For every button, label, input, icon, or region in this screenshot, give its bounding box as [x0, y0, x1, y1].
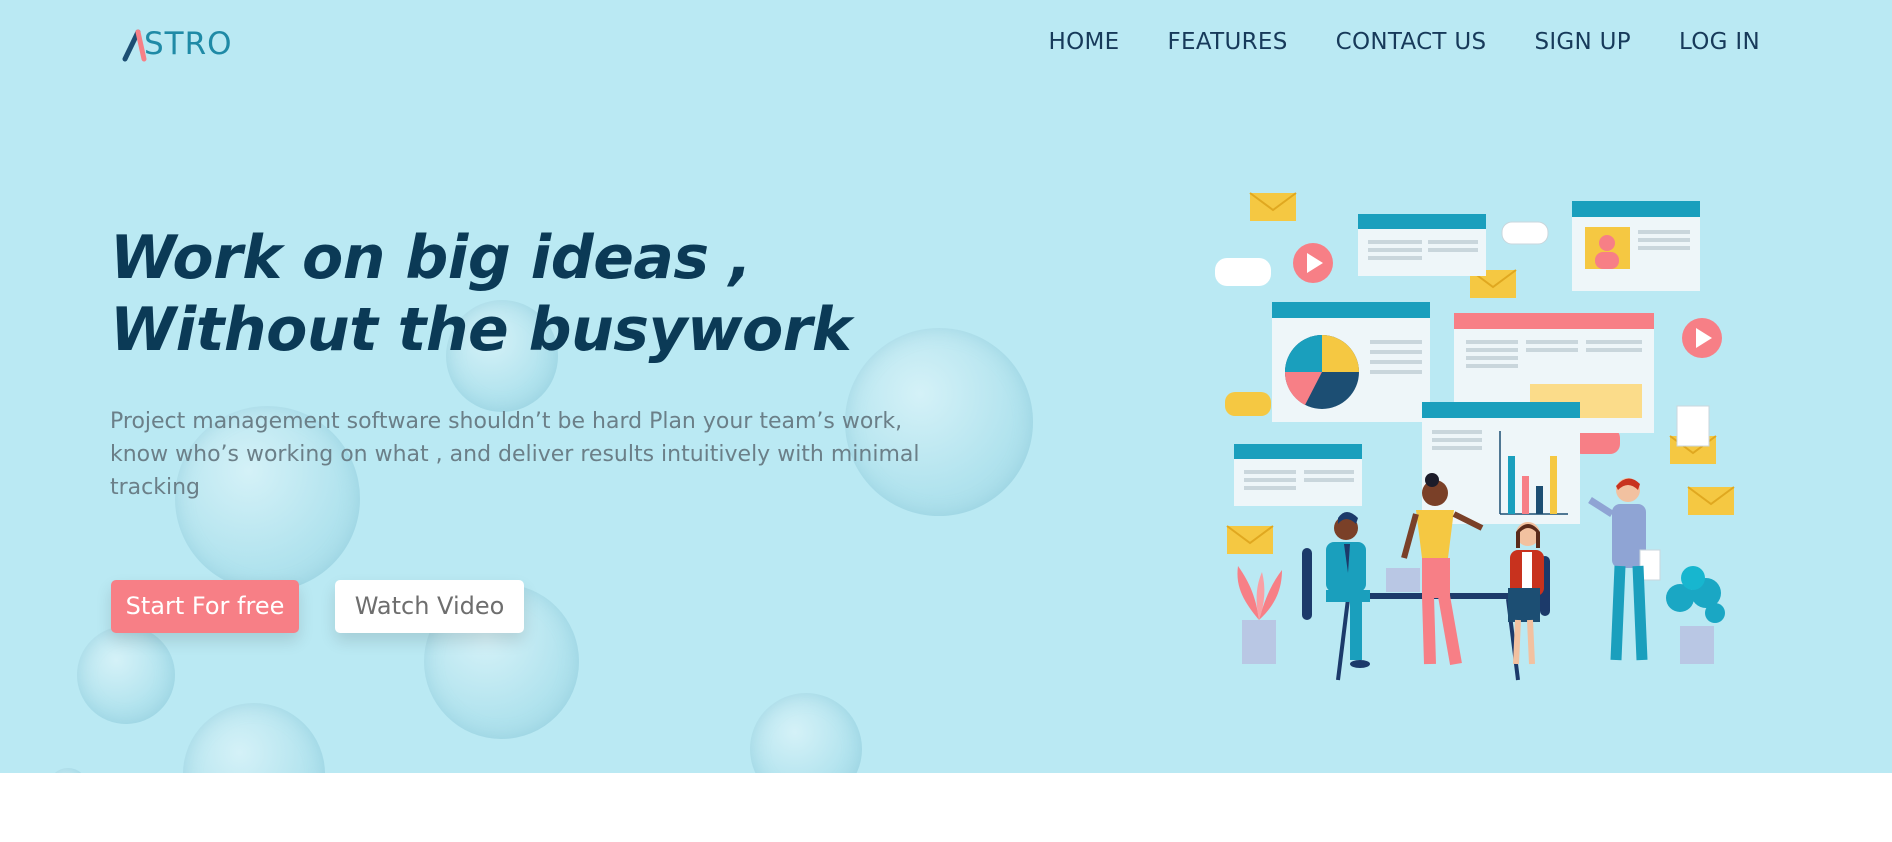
- start-for-free-button[interactable]: Start For free: [111, 580, 299, 633]
- hero-section: STRO HOME FEATURES CONTACT US SIGN UP LO…: [0, 0, 1892, 773]
- nav-sign-up[interactable]: SIGN UP: [1534, 24, 1631, 60]
- logo-text: STRO: [144, 26, 233, 62]
- envelope-icon: [1249, 192, 1297, 221]
- main-nav: HOME FEATURES CONTACT US SIGN UP LOG IN: [1001, 24, 1760, 60]
- nav-log-in[interactable]: LOG IN: [1679, 24, 1760, 60]
- person-figure: [1302, 512, 1370, 668]
- person-figure: [1508, 522, 1550, 665]
- decorative-bubble: [750, 693, 862, 773]
- person-figure: [1588, 478, 1661, 661]
- headline-line-2: Without the busywork: [110, 295, 852, 365]
- hero-description: Project management software shouldn’t be…: [110, 409, 920, 500]
- plant-icon: [1666, 566, 1725, 664]
- nav-home[interactable]: HOME: [1049, 24, 1120, 60]
- watch-video-button[interactable]: Watch Video: [335, 580, 524, 633]
- decorative-bubble: [48, 768, 88, 773]
- headline-line-1: Work on big ideas ,: [110, 223, 752, 293]
- nav-features[interactable]: FEATURES: [1168, 24, 1288, 60]
- decorative-bubble: [77, 626, 175, 724]
- profile-window: [1572, 201, 1700, 291]
- envelope-icon: [1226, 525, 1274, 554]
- nav-contact-us[interactable]: CONTACT US: [1336, 24, 1487, 60]
- envelope-icon: [1687, 486, 1735, 515]
- play-icon: [1293, 243, 1333, 283]
- speech-bubble-icon: [1225, 392, 1271, 416]
- envelope-icon: [1669, 405, 1717, 464]
- speech-bubble-icon: [1501, 221, 1549, 245]
- bar-chart-window: [1422, 402, 1580, 524]
- speech-bubble-icon: [1215, 258, 1271, 286]
- plant-icon: [1237, 566, 1282, 664]
- decorative-bubble: [183, 703, 325, 773]
- browser-window: [1234, 444, 1362, 506]
- brand-logo[interactable]: STRO: [122, 24, 232, 64]
- hero-headline: Work on big ideas , Without the busywork: [110, 222, 910, 366]
- browser-window: [1358, 214, 1486, 276]
- play-icon: [1682, 318, 1722, 358]
- team-meeting-illustration: [1215, 192, 1735, 681]
- pie-chart-window: [1272, 302, 1430, 422]
